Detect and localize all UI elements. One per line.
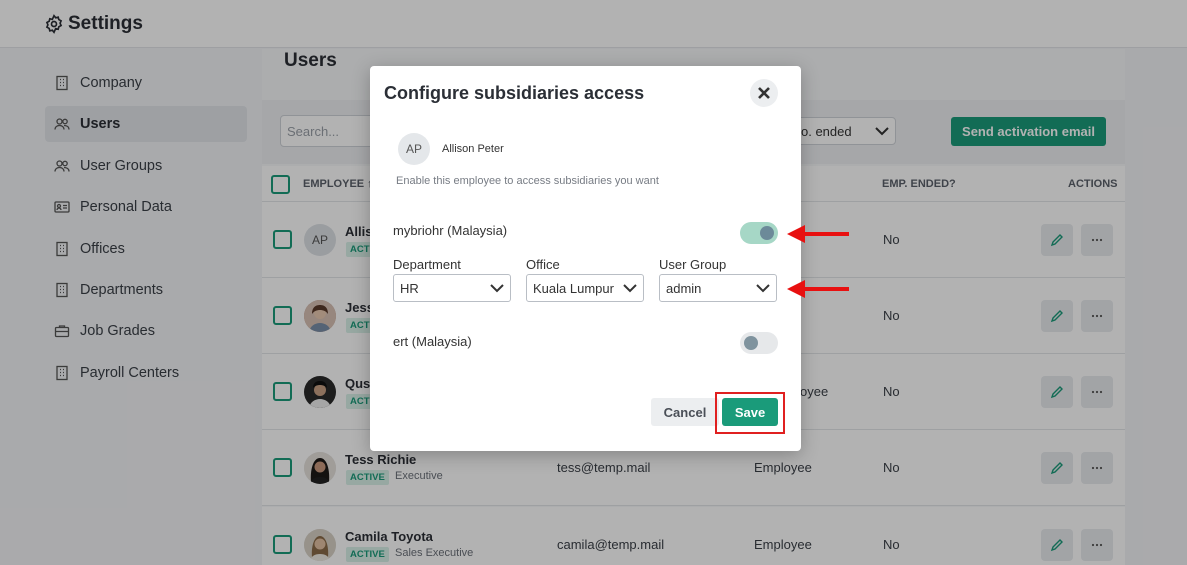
employee-name: Allison Peter bbox=[442, 143, 504, 155]
chevron-down-icon bbox=[490, 284, 504, 293]
dialog-hint: Enable this employee to access subsidiar… bbox=[396, 175, 659, 187]
subsidiary-toggle-mybriohr[interactable] bbox=[740, 222, 778, 244]
subsidiary-toggle-ert[interactable] bbox=[740, 332, 778, 354]
save-button[interactable]: Save bbox=[722, 398, 778, 426]
user-group-select[interactable]: admin bbox=[659, 274, 777, 302]
chevron-down-icon bbox=[756, 284, 770, 293]
user-group-label: User Group bbox=[659, 257, 727, 272]
close-button[interactable] bbox=[750, 79, 778, 107]
office-value: Kuala Lumpur bbox=[533, 281, 614, 296]
department-label: Department bbox=[393, 257, 461, 272]
office-select[interactable]: Kuala Lumpur bbox=[526, 274, 644, 302]
chevron-down-icon bbox=[623, 284, 637, 293]
avatar: AP bbox=[398, 133, 430, 165]
department-value: HR bbox=[400, 281, 419, 296]
cancel-button[interactable]: Cancel bbox=[651, 398, 719, 426]
dialog-title: Configure subsidiaries access bbox=[384, 83, 645, 103]
configure-subsidiaries-dialog: Configure subsidiaries access AP Allison… bbox=[370, 66, 801, 451]
subsidiary-label-ert: ert (Malaysia) bbox=[393, 334, 472, 349]
close-icon bbox=[758, 87, 770, 99]
department-select[interactable]: HR bbox=[393, 274, 511, 302]
annotation-arrow-icon bbox=[787, 225, 849, 243]
office-label: Office bbox=[526, 257, 560, 272]
toggle-knob bbox=[760, 226, 774, 240]
user-group-value: admin bbox=[666, 281, 702, 296]
toggle-knob bbox=[744, 336, 758, 350]
subsidiary-label-mybriohr: mybriohr (Malaysia) bbox=[393, 223, 508, 238]
annotation-arrow-icon bbox=[787, 280, 849, 298]
